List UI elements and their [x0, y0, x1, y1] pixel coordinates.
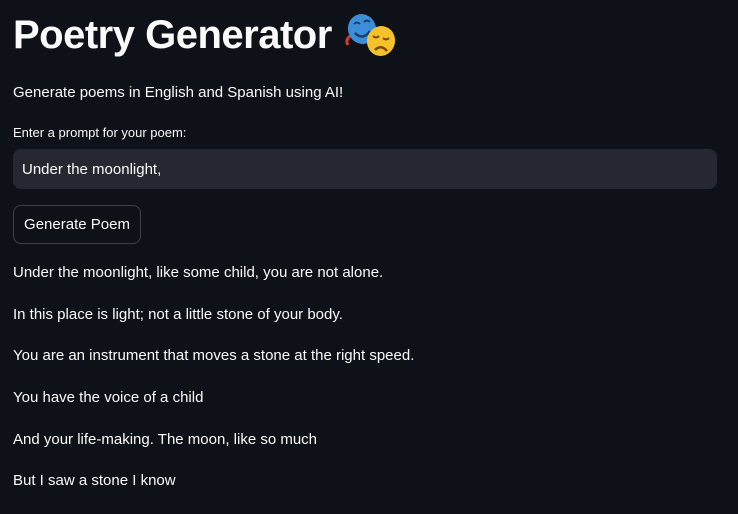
poem-line: But I saw a stone I know — [13, 472, 176, 490]
generate-poem-button[interactable]: Generate Poem — [13, 205, 141, 244]
poem-line: You have the voice of a child — [13, 389, 204, 407]
subtitle: Generate poems in English and Spanish us… — [13, 84, 344, 101]
poem-output: Under the moonlight, like some child, yo… — [13, 264, 414, 514]
page-title: Poetry Generator — [13, 12, 400, 58]
prompt-input[interactable] — [13, 149, 717, 189]
poem-line: You are an instrument that moves a stone… — [13, 347, 415, 365]
prompt-label: Enter a prompt for your poem: — [13, 125, 187, 140]
poem-line: In this place is light; not a little sto… — [13, 305, 343, 323]
poem-line: And your life-making. The moon, like so … — [13, 430, 318, 448]
performing-arts-icon — [344, 12, 400, 58]
title-text: Poetry Generator — [13, 12, 332, 57]
poem-line: Under the moonlight, like some child, yo… — [13, 264, 384, 281]
